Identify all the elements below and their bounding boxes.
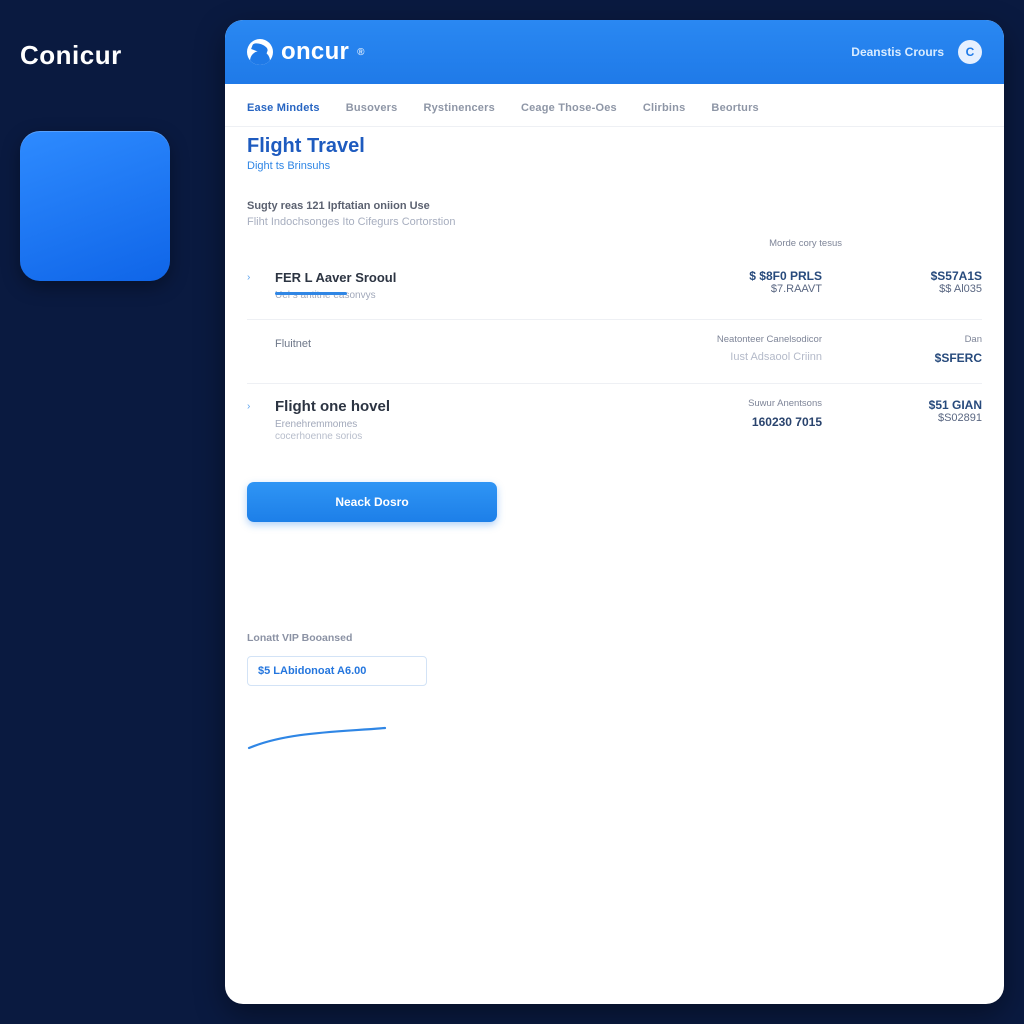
item-right-value: $51 GIAN [842, 398, 982, 412]
item-title: FER L Aaver Srooul [275, 270, 396, 285]
item-title: Flight one hovel [275, 398, 390, 415]
next-button[interactable]: Neack Dosro [247, 482, 497, 522]
outer-sidebar: Conicur [0, 0, 225, 1024]
app-logo-text: oncur [281, 38, 349, 66]
tab-clirbins[interactable]: Clirbins [643, 102, 686, 114]
chevron-right-icon: › [247, 272, 255, 283]
item-mid-value: $ $8F0 PRLS [682, 269, 822, 283]
item-mid-header: Neatonteer Canelsodicor [682, 334, 822, 345]
trademark: ® [357, 47, 365, 58]
list-item[interactable]: › Flight one hovel Erenehremmomes cocerh… [247, 384, 982, 460]
item-right-value: $S57A1S [842, 269, 982, 283]
item-mid-value: Iust Adsaool Criinn [682, 351, 822, 363]
app-logo[interactable]: oncur ® [247, 38, 365, 66]
item-subtitle2: cocerhoenne sorios [275, 431, 662, 442]
col-mid-header: Morde cory tesus [702, 238, 842, 249]
sidebar-tile[interactable] [20, 131, 170, 281]
item-mid-value2: $7.RAAVT [682, 283, 822, 295]
globe-icon [247, 39, 273, 65]
list-item[interactable]: Fluitnet Neatonteer Canelsodicor Iust Ad… [247, 320, 982, 384]
app-card: oncur ® Deanstis Crours C Ease Mindets B… [225, 20, 1004, 1004]
amount-field[interactable]: $5 LAbidonoat A6.00 [247, 656, 427, 686]
item-mid-header: Suwur Anentsons [682, 398, 822, 409]
lower-label: Lonatt VIP Booansed [247, 632, 507, 644]
tab-rystinencers[interactable]: Rystinencers [423, 102, 495, 114]
item-mid-value: 160230 7015 [682, 415, 822, 429]
content-area: Flight Travel Dight ts Brinsuhs Sugty re… [225, 127, 1004, 1004]
tab-busovers[interactable]: Busovers [346, 102, 398, 114]
swoosh-icon [247, 726, 387, 752]
item-subtitle: Erenehremmomes [275, 419, 662, 430]
breadcrumb[interactable]: Dight ts Brinsuhs [247, 160, 982, 172]
outer-brand-text: Conicur [20, 40, 205, 71]
item-right-value2: $$ Al035 [842, 283, 982, 295]
page-title: Flight Travel [247, 135, 982, 158]
avatar-initial: C [966, 45, 975, 59]
item-right-header: Dan [842, 334, 982, 345]
tab-ease-mindets[interactable]: Ease Mindets [247, 102, 320, 114]
tabs-strip: Ease Mindets Busovers Rystinencers Ceage… [225, 84, 1004, 127]
tab-beorturs[interactable]: Beorturs [711, 102, 758, 114]
item-title: Fluitnet [275, 338, 311, 350]
desc-line1: Sugty reas 121 Ipftatian oniion Use [247, 200, 982, 212]
lower-block: Lonatt VIP Booansed $5 LAbidonoat A6.00 [247, 632, 507, 752]
description-block: Sugty reas 121 Ipftatian oniion Use Flih… [247, 200, 982, 228]
app-header: oncur ® Deanstis Crours C [225, 20, 1004, 84]
chevron-right-icon: › [247, 401, 255, 412]
avatar[interactable]: C [958, 40, 982, 64]
tab-ceage[interactable]: Ceage Those-Oes [521, 102, 617, 114]
desc-line2: Fliht Indochsonges Ito Cifegurs Cortorst… [247, 216, 982, 228]
list-item[interactable]: › FER L Aaver Srooul Uel s antitne eason… [247, 255, 982, 320]
page-title-row: Flight Travel Dight ts Brinsuhs [247, 131, 982, 186]
item-right-value2: $S02891 [842, 412, 982, 424]
item-right-value: $SFERC [842, 351, 982, 365]
account-link[interactable]: Deanstis Crours [851, 45, 944, 59]
